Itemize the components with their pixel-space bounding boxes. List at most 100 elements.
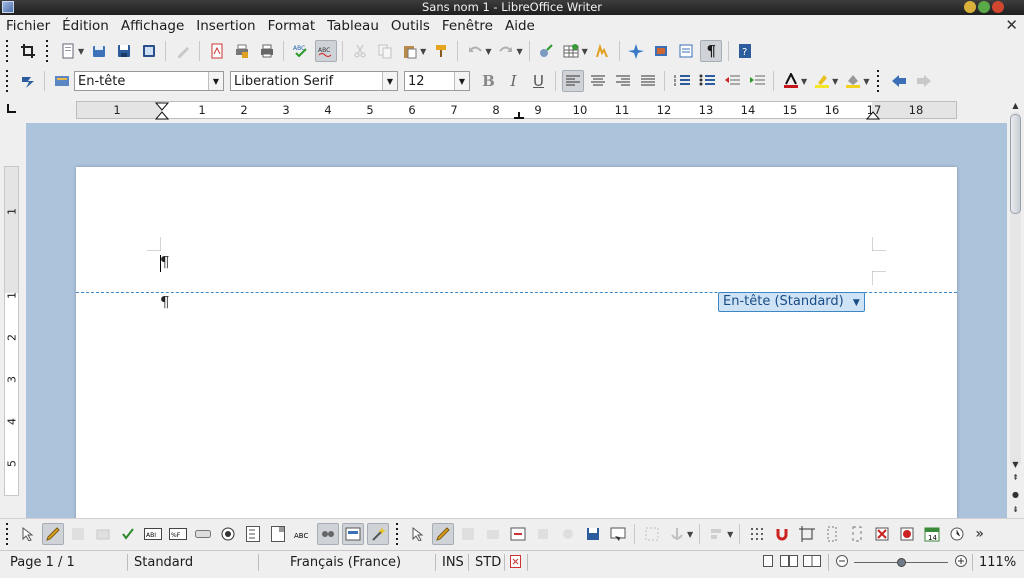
checkbox-icon[interactable]	[117, 523, 139, 545]
header-paragraph-mark[interactable]: ¶	[160, 253, 170, 271]
vertical-scrollbar[interactable]: ▲ ▼ ⇞ ● ⇟	[1007, 98, 1024, 518]
font-size-combo[interactable]: 12 ▼	[404, 71, 470, 91]
language-indicator[interactable]: Français (France)	[290, 555, 401, 570]
form-properties-icon[interactable]	[92, 523, 114, 545]
data-sources-icon[interactable]	[675, 40, 697, 62]
control-properties-icon[interactable]	[67, 523, 89, 545]
book-view-icon[interactable]	[803, 555, 821, 571]
justify-icon[interactable]	[637, 70, 659, 92]
menu-fenetre[interactable]: Fenêtre	[439, 18, 496, 34]
zoom-out-icon[interactable]	[836, 555, 848, 571]
menu-insertion[interactable]: Insertion	[193, 18, 258, 34]
page-count[interactable]: Page 1 / 1	[10, 555, 75, 570]
align-right-icon[interactable]	[612, 70, 634, 92]
combo-box-icon[interactable]	[267, 523, 289, 545]
italic-icon[interactable]: I	[503, 70, 525, 92]
vertical-ruler[interactable]: 1 1 2 3 4 5	[4, 166, 19, 496]
autospellcheck-icon[interactable]: ABC	[314, 40, 337, 62]
chevron-down-icon[interactable]: ▼	[516, 47, 522, 56]
menu-aide[interactable]: Aide	[502, 18, 538, 34]
edit-file-icon[interactable]	[172, 40, 194, 62]
push-button-icon[interactable]	[192, 523, 214, 545]
menu-edition[interactable]: Édition	[59, 18, 112, 34]
decrease-indent-icon[interactable]	[721, 70, 743, 92]
underline-icon[interactable]: U	[528, 70, 550, 92]
highlight-icon[interactable]	[811, 70, 833, 92]
anchor-icon[interactable]	[666, 523, 688, 545]
date-field-icon[interactable]: 14	[921, 523, 943, 545]
page-style[interactable]: Standard	[134, 555, 193, 570]
document-page[interactable]: ¶ En-tête (Standard) ▼ ¶	[76, 167, 957, 518]
menu-affichage[interactable]: Affichage	[118, 18, 187, 34]
minimize-icon[interactable]	[964, 1, 976, 13]
save-as-icon[interactable]	[138, 40, 160, 62]
body-paragraph-mark[interactable]: ¶	[160, 293, 170, 311]
background-color-icon[interactable]	[842, 70, 864, 92]
formatting-marks-icon[interactable]: ¶	[700, 40, 723, 62]
toolbar-grip[interactable]	[44, 40, 50, 62]
help-icon[interactable]: ?	[734, 40, 756, 62]
align-center-icon[interactable]	[587, 70, 609, 92]
position-size-icon[interactable]	[641, 523, 663, 545]
menu-format[interactable]: Format	[265, 18, 319, 34]
numbering-icon[interactable]	[671, 70, 693, 92]
zoom-slider[interactable]	[854, 557, 948, 569]
save-form-icon[interactable]	[582, 523, 604, 545]
add-field-icon[interactable]	[532, 523, 554, 545]
activation-order-icon[interactable]	[557, 523, 579, 545]
align-objects-icon[interactable]	[706, 523, 728, 545]
chevron-down-icon[interactable]: ▼	[485, 47, 491, 56]
clone-formatting-icon[interactable]	[430, 40, 452, 62]
chevron-down-icon[interactable]: ▼	[832, 77, 838, 86]
paste-icon[interactable]	[399, 40, 421, 62]
control-icon[interactable]	[457, 523, 479, 545]
design-mode-toggle-icon[interactable]	[431, 523, 454, 545]
snap-to-grid-icon[interactable]	[771, 523, 793, 545]
cut-icon[interactable]	[349, 40, 371, 62]
close-window-icon[interactable]	[992, 1, 1004, 13]
chevron-down-icon[interactable]: ▼	[382, 72, 397, 90]
toolbar-grip[interactable]	[394, 523, 400, 545]
menu-fichier[interactable]: Fichier	[3, 18, 53, 34]
redo-icon[interactable]	[495, 40, 517, 62]
option-button-icon[interactable]	[217, 523, 239, 545]
print-direct-icon[interactable]	[231, 40, 253, 62]
gallery-icon[interactable]	[650, 40, 672, 62]
zoom-slider-knob[interactable]	[897, 558, 906, 567]
font-name-combo[interactable]: Liberation Serif ▼	[230, 71, 398, 91]
tab-order-icon[interactable]	[507, 523, 529, 545]
chevron-down-icon[interactable]: ▼	[801, 77, 807, 86]
spellcheck-icon[interactable]: ABC	[290, 40, 312, 62]
undo-icon[interactable]	[464, 40, 486, 62]
chevron-down-icon[interactable]: ▼	[208, 72, 223, 90]
list-box-icon[interactable]	[242, 523, 264, 545]
bullets-icon[interactable]	[696, 70, 718, 92]
open-icon[interactable]	[88, 40, 110, 62]
paragraph-style-combo[interactable]: En-tête ▼	[74, 71, 224, 91]
hyperlink-icon[interactable]	[535, 40, 557, 62]
chevron-down-icon[interactable]: ▼	[727, 530, 733, 539]
save-icon[interactable]	[113, 40, 135, 62]
bold-icon[interactable]: B	[478, 70, 500, 92]
apply-style-icon[interactable]	[51, 70, 73, 92]
header-style-button[interactable]: En-tête (Standard) ▼	[718, 292, 865, 312]
group-icon[interactable]	[821, 523, 843, 545]
next-page-icon[interactable]: ⇟	[1009, 503, 1022, 515]
font-color-icon[interactable]	[780, 70, 802, 92]
show-draw-functions-icon[interactable]	[591, 40, 613, 62]
scroll-down-icon[interactable]: ▼	[1009, 458, 1022, 470]
maximize-icon[interactable]	[978, 1, 990, 13]
tab-stop-icon[interactable]	[514, 112, 524, 120]
chevron-down-icon[interactable]: ▼	[454, 72, 469, 90]
close-document-icon[interactable]: ✕	[1005, 16, 1018, 34]
document-modified-icon[interactable]	[510, 555, 521, 572]
chevron-down-icon[interactable]: ▼	[582, 47, 588, 56]
select-objects-icon[interactable]	[407, 523, 429, 545]
more-controls-icon[interactable]	[316, 523, 339, 545]
automatic-control-focus-icon[interactable]	[896, 523, 918, 545]
label-field-icon[interactable]: ABC	[292, 523, 314, 545]
previous-page-icon[interactable]: ⇞	[1009, 471, 1022, 483]
toolbar-grip[interactable]	[4, 70, 10, 92]
multi-page-view-icon[interactable]	[780, 555, 798, 571]
select-icon[interactable]	[17, 523, 39, 545]
